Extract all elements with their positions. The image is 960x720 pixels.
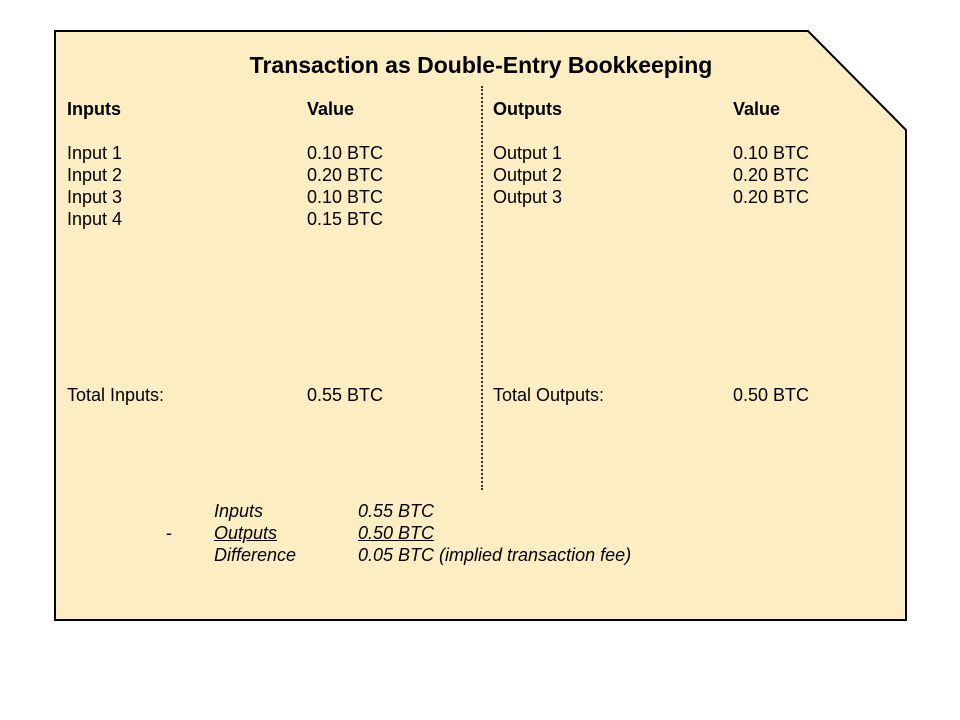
input-row-value: 0.10 BTC <box>307 143 384 163</box>
input-row-label: Input 3 <box>67 187 123 207</box>
outputs-value-header: Value <box>733 99 781 119</box>
output-row-label: Output 2 <box>493 165 563 185</box>
output-row-label: Output 1 <box>493 143 563 163</box>
summary-difference-value: 0.05 BTC (implied transaction fee) <box>358 545 632 565</box>
ledger-card <box>54 30 907 621</box>
total-outputs-value: 0.50 BTC <box>733 385 810 405</box>
input-row-value: 0.15 BTC <box>307 209 384 229</box>
diagram-title: Transaction as Double-Entry Bookkeeping <box>249 52 713 78</box>
inputs-value-header: Value <box>307 99 355 119</box>
input-row-label: Input 1 <box>67 143 123 163</box>
column-divider <box>481 86 483 490</box>
summary-difference-label: Difference <box>214 545 297 565</box>
input-row-value: 0.10 BTC <box>307 187 384 207</box>
summary-inputs-value: 0.55 BTC <box>358 501 435 521</box>
output-row-value: 0.20 BTC <box>733 187 810 207</box>
total-outputs-label: Total Outputs: <box>493 385 605 405</box>
outputs-header: Outputs <box>493 99 562 119</box>
input-row-value: 0.20 BTC <box>307 165 384 185</box>
input-row-label: Input 2 <box>67 165 123 185</box>
output-row-value: 0.20 BTC <box>733 165 810 185</box>
summary-minus-sign: - <box>166 523 172 543</box>
output-row-value: 0.10 BTC <box>733 143 810 163</box>
total-inputs-value: 0.55 BTC <box>307 385 384 405</box>
summary-outputs-value: 0.50 BTC <box>358 523 435 543</box>
summary-inputs-label: Inputs <box>214 501 264 521</box>
input-row-label: Input 4 <box>67 209 123 229</box>
inputs-header: Inputs <box>67 99 121 119</box>
diagram-stage: Transaction as Double-Entry Bookkeeping … <box>0 0 960 720</box>
summary-outputs-label: Outputs <box>214 523 278 543</box>
total-inputs-label: Total Inputs: <box>67 385 165 405</box>
output-row-label: Output 3 <box>493 187 563 207</box>
